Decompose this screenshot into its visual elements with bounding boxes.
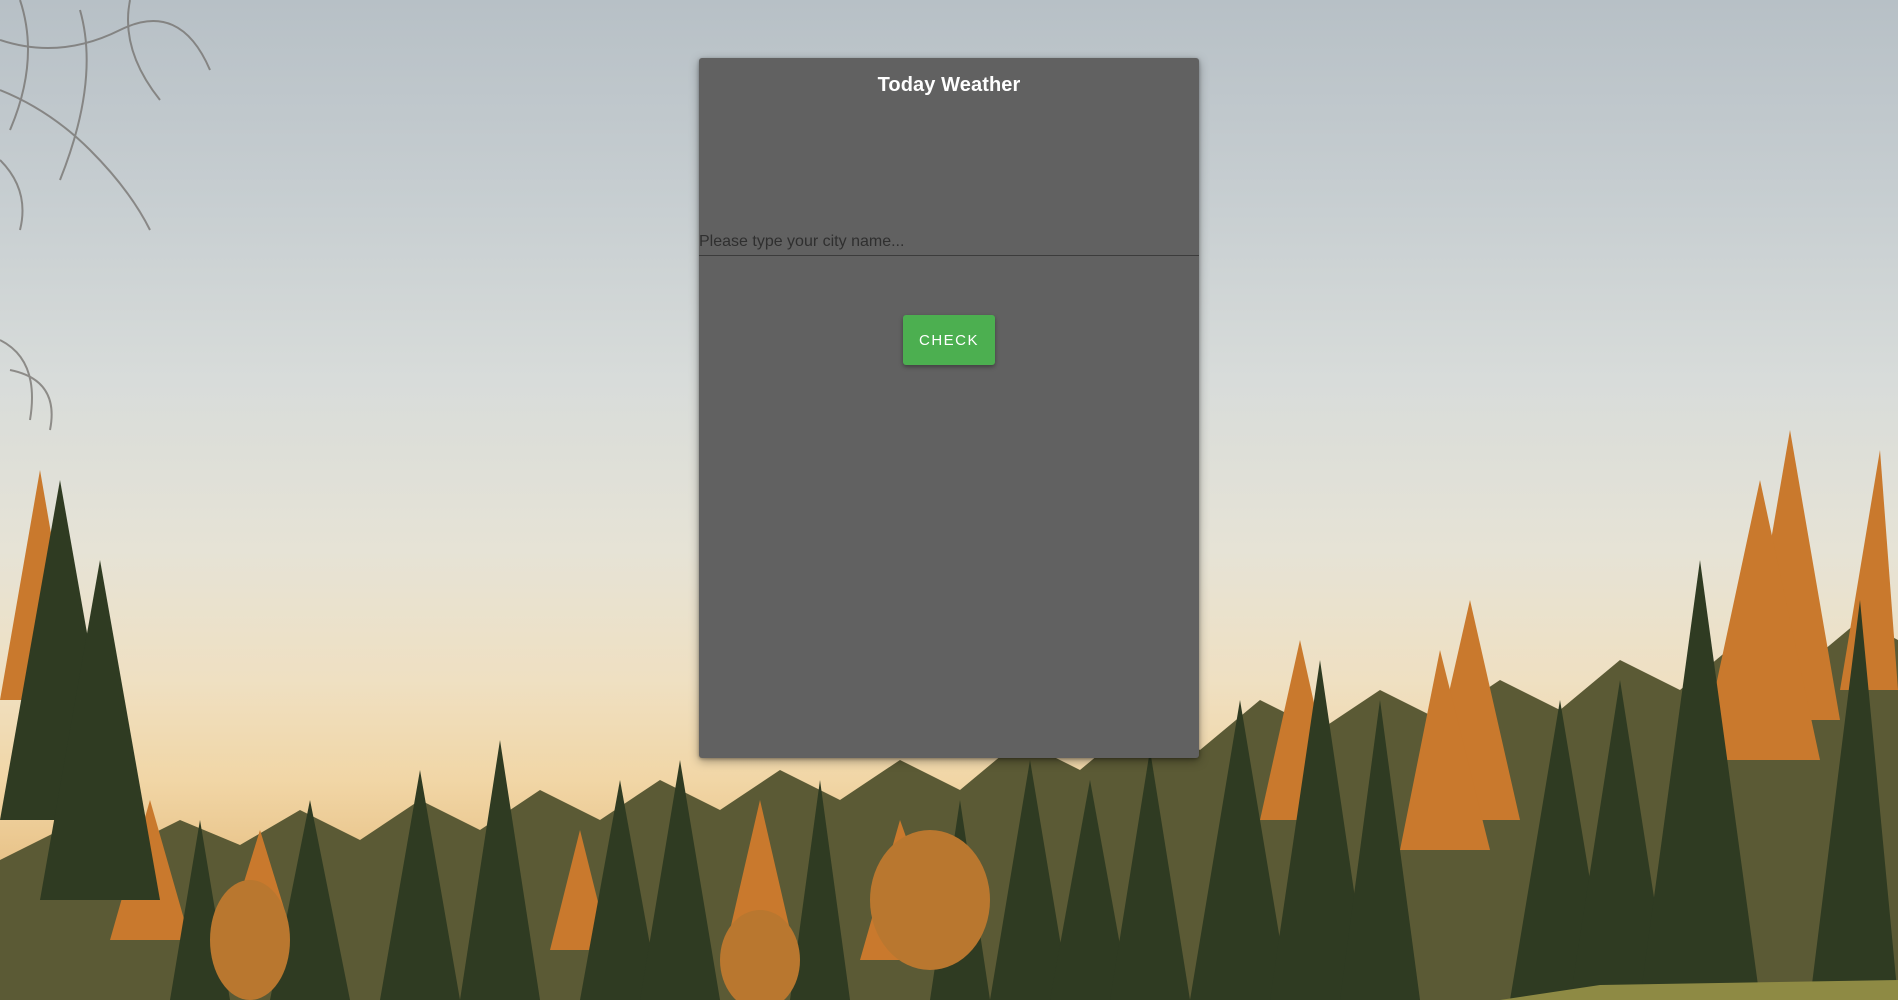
bare-branches xyxy=(0,0,211,431)
city-name-input[interactable] xyxy=(699,228,1199,256)
check-button[interactable]: CHECK xyxy=(903,315,995,365)
card-title: Today Weather xyxy=(877,74,1021,96)
weather-card: Today Weather CHECK xyxy=(699,58,1199,758)
